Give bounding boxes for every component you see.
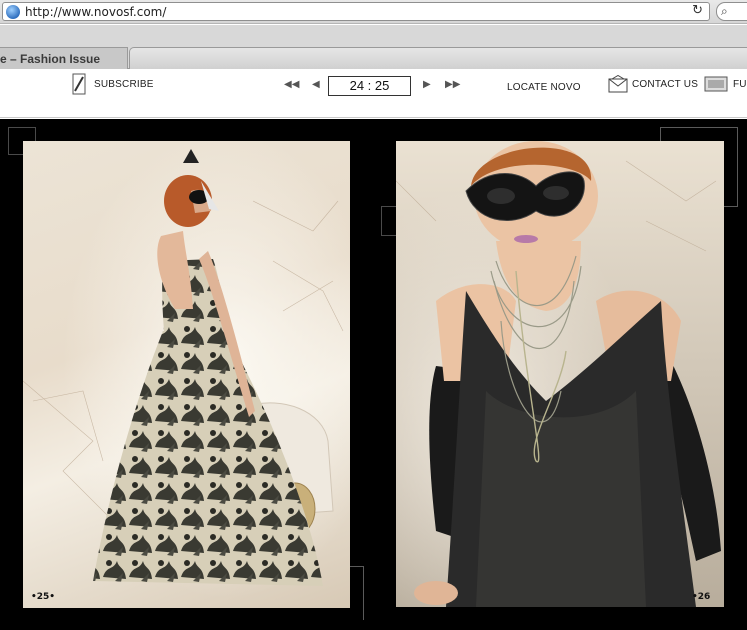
globe-icon (6, 5, 20, 19)
right-page-photo[interactable]: •26 (396, 141, 724, 607)
magazine-stage: •25• •26 (0, 119, 747, 630)
pencil-icon[interactable] (72, 73, 86, 95)
tab-title: e – Fashion Issue (0, 52, 101, 66)
url-text[interactable]: http://www.novosf.com/ (25, 5, 166, 19)
screen-icon[interactable] (704, 76, 728, 93)
tab-blank[interactable] (129, 47, 747, 69)
browser-address-row: http://www.novosf.com/ ↻ ⌕ (0, 0, 747, 24)
first-page-button[interactable]: ◀◀ (284, 79, 299, 90)
left-page-number: •25• (31, 592, 56, 602)
page-indicator-input[interactable]: 24 : 25 (328, 76, 411, 96)
right-page-number: •26 (692, 592, 711, 602)
contact-us-button[interactable]: CONTACT US (632, 79, 698, 90)
last-page-button[interactable]: ▶▶ (445, 79, 460, 90)
next-page-button[interactable]: ▶ (423, 79, 431, 90)
fullscreen-button[interactable]: FUL (733, 79, 747, 90)
left-page-photo[interactable]: •25• (23, 141, 350, 608)
site-toolbar: SUBSCRIBE ◀◀ ◀ 24 : 25 ▶ ▶▶ LOCATE NOVO … (0, 70, 747, 118)
reload-icon[interactable]: ↻ (692, 3, 703, 18)
address-bar[interactable]: http://www.novosf.com/ ↻ (2, 2, 710, 21)
search-field[interactable]: ⌕ (716, 2, 747, 21)
tab-strip: e – Fashion Issue (0, 25, 747, 69)
subscribe-button[interactable]: SUBSCRIBE (94, 79, 154, 90)
spine-decoration (381, 206, 397, 236)
search-icon[interactable]: ⌕ (721, 4, 728, 19)
locate-novo-button[interactable]: LOCATE NOVO (507, 82, 581, 93)
prev-page-button[interactable]: ◀ (312, 79, 320, 90)
masked-model-illustration (396, 141, 724, 607)
tab-fashion-issue[interactable]: e – Fashion Issue (0, 47, 128, 69)
gown-photo-illustration (23, 141, 350, 608)
envelope-icon[interactable] (608, 75, 628, 93)
